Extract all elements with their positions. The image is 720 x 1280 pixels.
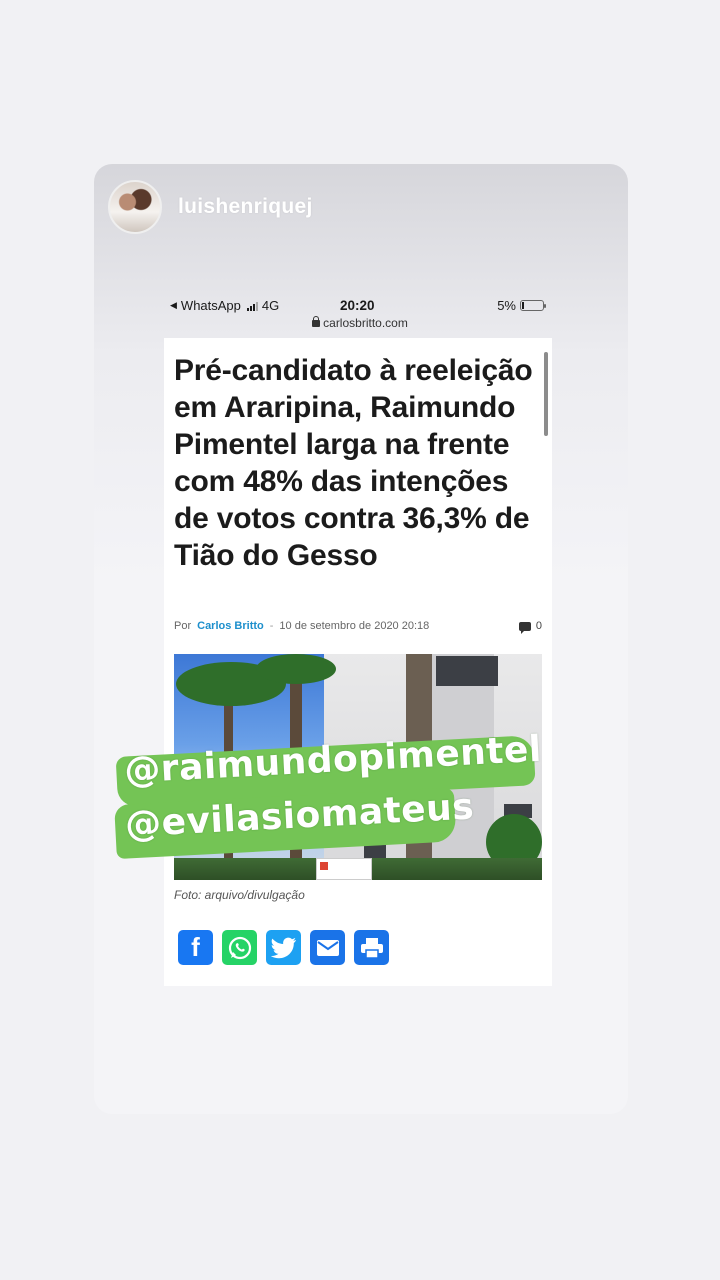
whatsapp-share-button[interactable] [222,930,257,965]
palm-leaves [256,654,336,684]
status-left: ◀ WhatsApp 4G [170,298,279,313]
story-header[interactable]: luishenriquej [108,180,313,234]
back-app-label: WhatsApp [180,298,241,313]
photo-caption: Foto: arquivo/divulgação [174,888,305,902]
phone-status-bar: ◀ WhatsApp 4G 20:20 5% [170,298,550,316]
avatar[interactable] [108,180,162,234]
email-share-button[interactable] [310,930,345,965]
print-share-button[interactable] [354,930,389,965]
twitter-icon [270,937,296,958]
byline-separator: - [269,620,274,632]
whatsapp-icon [228,936,251,959]
network-label: 4G [261,298,280,313]
story-username[interactable]: luishenriquej [178,195,313,219]
scrollbar [544,352,548,436]
lock-icon [312,316,321,327]
byline-prefix: Por [174,620,192,632]
byline: Por Carlos Britto -10 de setembro de 2020 … [174,620,542,636]
mention-sticker[interactable]: @raimundopimentel @evilasiomateus [109,727,545,867]
article-date: 10 de setembro de 2020 20:18 [279,620,430,632]
status-right: 5% [497,298,546,313]
window [436,656,498,686]
twitter-share-button[interactable] [266,930,301,965]
author-link[interactable]: Carlos Britto [197,620,264,632]
facebook-share-button[interactable]: f [178,930,213,965]
back-arrow-icon: ◀ [170,300,177,310]
print-icon [360,937,383,959]
signal-icon [246,301,258,311]
comment-icon [518,621,531,634]
article-headline: Pré-candidato à reeleição em Araripina, … [174,354,533,572]
share-buttons: f [178,930,389,965]
sign-logo [316,858,372,880]
comments-number: 0 [535,620,542,632]
comments-count[interactable]: 0 [518,620,542,634]
battery-icon [520,300,546,311]
status-time: 20:20 [340,298,375,313]
email-icon [316,939,339,956]
facebook-icon: f [191,932,200,962]
battery-percent: 5% [497,298,516,313]
url-text: carlosbritto.com [323,316,408,330]
url-bar: carlosbritto.com [170,316,550,330]
